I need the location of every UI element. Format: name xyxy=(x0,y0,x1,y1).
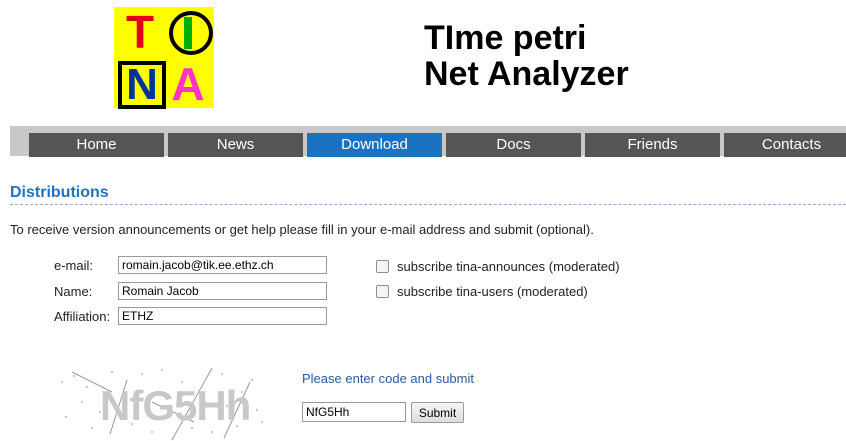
logo-letter-n: N xyxy=(126,60,158,109)
affiliation-field[interactable] xyxy=(118,307,327,325)
tab-contacts[interactable]: Contacts xyxy=(724,133,846,157)
submit-button[interactable]: Submit xyxy=(411,402,464,423)
intro-text: To receive version announcements or get … xyxy=(10,222,594,237)
tab-docs[interactable]: Docs xyxy=(446,133,581,157)
tab-home[interactable]: Home xyxy=(29,133,164,157)
section-divider xyxy=(10,204,846,205)
logo-letter-a: A xyxy=(171,58,205,110)
captcha-text: NfG5Hh xyxy=(100,382,251,429)
logo-letter-t: T xyxy=(125,6,155,58)
subscribe-announces-checkbox[interactable] xyxy=(376,260,389,273)
tina-logo: T N A xyxy=(114,6,214,110)
site-title: TIme petri Net Analyzer xyxy=(424,20,629,92)
tab-download[interactable]: Download xyxy=(307,133,442,157)
section-title: Distributions xyxy=(10,184,109,201)
captcha-code-field[interactable] xyxy=(302,402,406,422)
site-title-line1: TIme petri xyxy=(424,19,587,57)
subscribe-announces-label: subscribe tina-announces (moderated) xyxy=(397,259,620,274)
captcha-prompt: Please enter code and submit xyxy=(302,371,474,386)
tab-friends[interactable]: Friends xyxy=(585,133,720,157)
site-title-line2: Net Analyzer xyxy=(424,55,629,93)
name-label: Name: xyxy=(54,284,93,299)
email-field[interactable] xyxy=(118,256,327,274)
nav-tabs: Home News Download Docs Friends Contacts xyxy=(29,133,846,157)
subscribe-users-checkbox[interactable] xyxy=(376,285,389,298)
affiliation-label: Affiliation: xyxy=(54,309,111,324)
subscribe-users-label: subscribe tina-users (moderated) xyxy=(397,284,588,299)
logo-letter-i xyxy=(184,17,192,49)
tab-news[interactable]: News xyxy=(168,133,303,157)
email-label: e-mail: xyxy=(54,258,94,273)
name-field[interactable] xyxy=(118,282,327,300)
captcha-image: NfG5Hh xyxy=(52,362,270,441)
